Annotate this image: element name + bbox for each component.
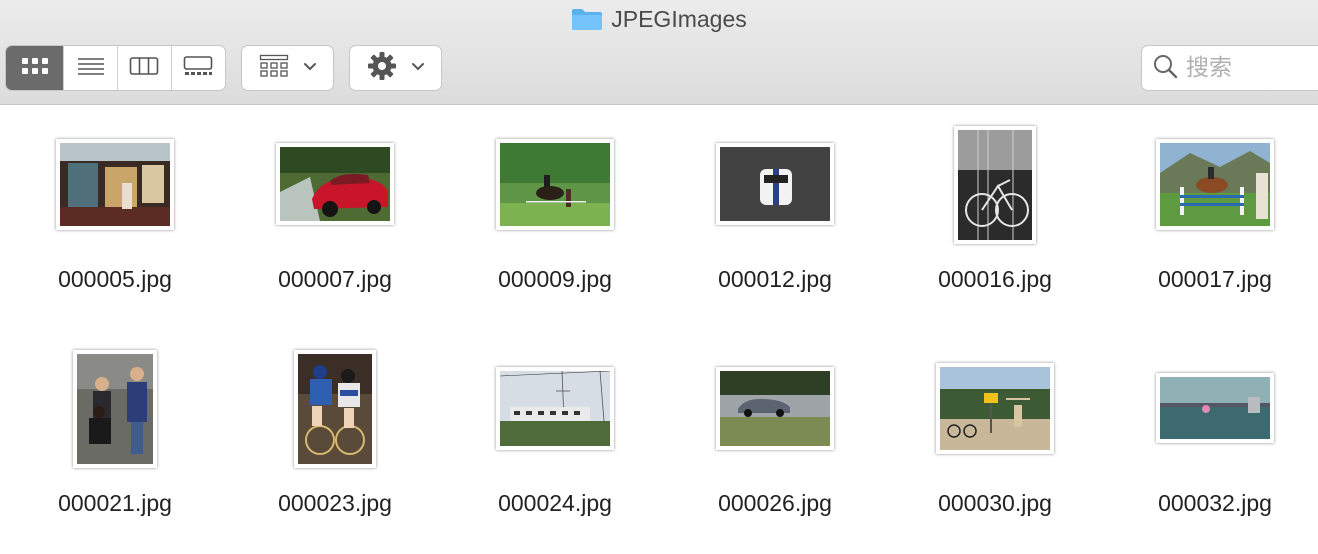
photo-cyclists-sign [940,367,1050,450]
finder-toolbar: JPEGImages [0,0,1318,105]
file-thumbnail[interactable] [56,139,174,230]
columns-icon [129,55,159,82]
file-name[interactable]: 000012.jpg [665,266,885,293]
file-name[interactable]: 000032.jpg [1105,490,1318,517]
group-button[interactable] [241,45,334,91]
photo-red-car [280,147,390,221]
photo-interior [60,143,170,226]
photo-horse [500,143,610,226]
photo-show-jumping [1160,143,1270,226]
window-title: JPEGImages [0,4,1318,34]
file-thumbnail[interactable] [716,143,834,225]
file-name[interactable]: 000017.jpg [1105,266,1318,293]
group-grid-icon [259,54,289,83]
icon-view-button[interactable] [6,46,65,90]
photo-people [77,354,153,464]
file-name[interactable]: 000009.jpg [445,266,665,293]
list-view-button[interactable] [64,46,118,90]
file-name[interactable]: 000007.jpg [225,266,445,293]
file-thumbnail[interactable] [954,126,1036,244]
photo-white-car [720,147,830,221]
search-icon [1152,53,1178,84]
file-thumbnail[interactable] [73,350,157,468]
file-name[interactable]: 000023.jpg [225,490,445,517]
file-thumbnail[interactable] [496,139,614,230]
photo-train [499,370,611,446]
list-icon [76,55,106,82]
column-view-button[interactable] [118,46,172,90]
view-mode-control [5,45,226,91]
file-name[interactable]: 000030.jpg [885,490,1105,517]
chevron-down-icon [411,59,425,77]
search-input[interactable] [1186,55,1318,81]
file-name[interactable]: 000021.jpg [5,490,225,517]
photo-airport [1160,377,1270,439]
file-thumbnail[interactable] [1156,139,1274,230]
gear-icon [367,51,397,86]
gallery-view-button[interactable] [172,46,226,90]
window-title-text: JPEGImages [611,5,747,32]
search-field[interactable] [1141,45,1318,91]
file-thumbnail[interactable] [294,350,376,468]
photo-bicycle [958,130,1032,240]
gallery-icon [183,55,213,82]
file-thumbnail[interactable] [276,143,394,225]
grid-icon [20,55,50,82]
file-thumbnail[interactable] [716,367,834,450]
folder-icon [571,7,603,31]
file-name[interactable]: 000005.jpg [5,266,225,293]
file-name[interactable]: 000016.jpg [885,266,1105,293]
file-thumbnail[interactable] [496,367,614,450]
chevron-down-icon [303,59,317,77]
action-button[interactable] [349,45,442,91]
file-thumbnail[interactable] [1156,373,1274,443]
file-thumbnail[interactable] [936,363,1054,454]
file-name[interactable]: 000024.jpg [445,490,665,517]
photo-car-road [720,371,830,446]
photo-cyclists [298,354,372,464]
file-name[interactable]: 000026.jpg [665,490,885,517]
